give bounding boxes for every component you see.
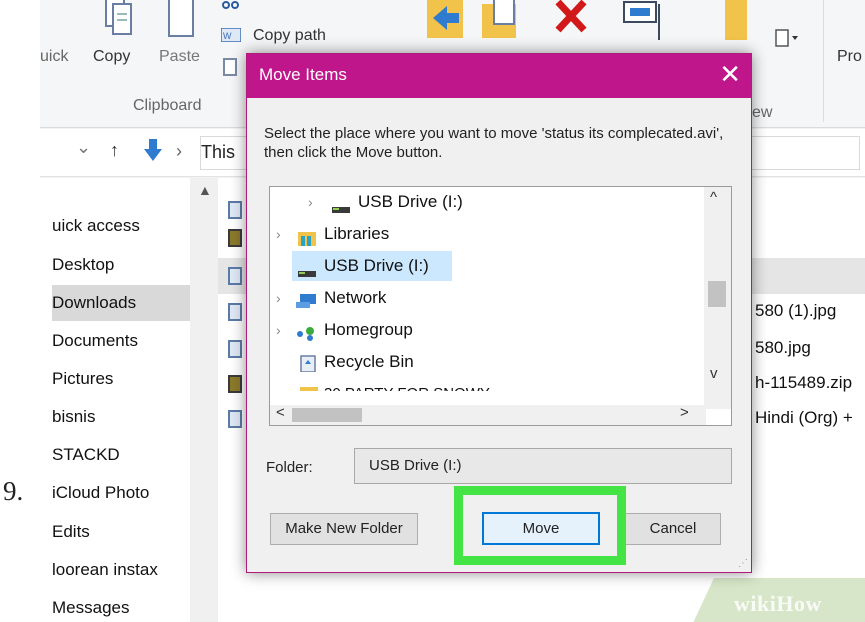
nav-item-label: Documents	[52, 331, 138, 350]
zip-file-icon	[228, 229, 242, 247]
tree-horizontal-scrollbar[interactable]: < >	[270, 404, 706, 425]
nav-item-label: uick access	[52, 216, 140, 235]
tree-item-folder-partial[interactable]: 30 PARTY FOR SNOWY	[270, 377, 706, 391]
nav-item-label: Desktop	[52, 255, 115, 274]
scroll-left-arrow[interactable]: <	[276, 404, 285, 421]
image-file-icon	[228, 303, 242, 321]
recent-locations-dropdown[interactable]: ⌄	[76, 137, 91, 158]
tree-item-libraries[interactable]: › Libraries	[270, 219, 706, 249]
tree-item-label: Homegroup	[324, 320, 413, 339]
video-file-icon	[228, 410, 242, 428]
network-icon	[296, 290, 316, 308]
chevron-right-icon[interactable]: ›	[276, 283, 281, 313]
rename-icon	[622, 0, 666, 44]
new-group-partial-label: ew	[752, 104, 773, 121]
watermark-wiki: wiki	[734, 591, 777, 616]
down-arrow-icon	[144, 139, 162, 161]
new-folder-icon	[725, 0, 747, 40]
file-name: 580 (1).jpg	[755, 301, 837, 320]
move-to-icon	[425, 0, 465, 42]
chevron-right-icon[interactable]: ›	[308, 187, 313, 217]
new-item-icon	[774, 28, 802, 48]
copy-icon	[104, 0, 134, 40]
cancel-button[interactable]: Cancel	[625, 513, 721, 545]
scroll-up-arrow[interactable]: ^	[710, 189, 717, 206]
file-icon	[228, 267, 242, 285]
nav-item-label: bisnis	[52, 407, 96, 426]
nav-item-label: Edits	[52, 522, 90, 541]
path-separator: ›	[176, 141, 182, 161]
dialog-instruction: Select the place where you want to move …	[264, 125, 724, 161]
close-icon[interactable]: ✕	[719, 59, 741, 89]
copy-button[interactable]: Copy	[93, 48, 130, 66]
tree-item-recycle-bin[interactable]: Recycle Bin	[270, 347, 706, 377]
nav-item-label: iCloud Photo	[52, 483, 150, 502]
nav-item-label: Messages	[52, 598, 130, 617]
homegroup-icon	[296, 322, 314, 341]
tree-item-usb-drive-selected[interactable]: USB Drive (I:)	[292, 251, 452, 281]
paste-button[interactable]: Paste	[159, 48, 200, 66]
tree-vertical-scrollbar[interactable]: ^ v	[704, 187, 731, 409]
step-number: 9.	[3, 476, 24, 506]
tree-item-label: USB Drive (I:)	[324, 256, 429, 275]
tree-item-label: Network	[324, 288, 387, 307]
paste-icon	[166, 0, 196, 44]
usb-drive-icon	[332, 194, 350, 213]
chevron-right-icon[interactable]: ›	[276, 219, 281, 249]
scroll-right-arrow[interactable]: >	[680, 404, 689, 421]
delete-icon	[552, 0, 592, 34]
scroll-thumb[interactable]	[292, 408, 362, 422]
tree-item-label: Libraries	[324, 224, 390, 243]
tree-item-label: USB Drive (I:)	[358, 192, 463, 211]
usb-drive-icon	[298, 258, 316, 277]
recycle-bin-icon	[300, 352, 318, 373]
file-icon	[228, 201, 242, 219]
quick-access-partial-label: uick	[40, 48, 69, 65]
tree-item-network[interactable]: › Network	[270, 283, 706, 313]
folder-icon	[300, 381, 318, 391]
wikihow-watermark: wikiHow	[734, 591, 822, 617]
address-path: This	[201, 142, 236, 162]
tree-item-label: Recycle Bin	[324, 352, 414, 371]
properties-button-partial[interactable]: Pro	[837, 48, 862, 66]
tree-item-label: 30 PARTY FOR SNOWY	[324, 379, 490, 391]
nav-scrollbar[interactable]: ▲	[190, 178, 218, 622]
libraries-icon	[298, 226, 316, 246]
make-new-folder-button[interactable]: Make New Folder	[270, 513, 418, 545]
paste-shortcut-icon	[223, 58, 237, 76]
ribbon-separator	[823, 0, 824, 122]
chevron-right-icon[interactable]: ›	[276, 315, 281, 345]
nav-item-label: STACKD	[52, 445, 120, 464]
dialog-title: Move Items	[259, 65, 347, 84]
move-items-dialog: Move Items ✕ Select the place where you …	[246, 53, 752, 573]
folder-tree[interactable]: › USB Drive (I:) › Libraries USB Drive (…	[269, 186, 732, 426]
tree-item-homegroup[interactable]: › Homegroup	[270, 315, 706, 345]
svg-text:W: W	[223, 31, 232, 41]
tree-item-usb-drive[interactable]: › USB Drive (I:)	[270, 187, 706, 217]
resize-grip-icon[interactable]: ⋰	[738, 558, 748, 569]
dialog-titlebar[interactable]: Move Items ✕	[247, 54, 751, 98]
watermark-how: How	[776, 591, 822, 616]
image-file-icon	[228, 340, 242, 358]
folder-label: Folder:	[266, 459, 313, 476]
clipboard-group-label: Clipboard	[133, 97, 202, 114]
move-button[interactable]: Move	[482, 512, 600, 545]
copy-to-icon	[480, 0, 522, 42]
file-name: h-115489.zip	[755, 373, 853, 392]
copy-path-button[interactable]: Copy path	[253, 27, 326, 45]
zip-file-icon	[228, 375, 242, 393]
file-name: 580.jpg	[755, 338, 811, 357]
copy-path-icon: W	[220, 27, 242, 43]
scroll-thumb[interactable]	[708, 281, 726, 307]
nav-item-label: loorean instax	[52, 560, 158, 579]
up-button[interactable]: ↑	[110, 140, 119, 161]
scroll-up-arrow[interactable]: ▲	[198, 182, 212, 198]
file-name: Hindi (Org) +	[755, 408, 853, 427]
navigation-pane: uick access Desktop✦ Downloads✦ Document…	[40, 178, 218, 622]
folder-field[interactable]: USB Drive (I:)	[354, 448, 732, 484]
nav-item-label: Downloads	[52, 293, 137, 312]
nav-item-label: Pictures	[52, 369, 114, 388]
scroll-down-arrow[interactable]: v	[710, 365, 718, 382]
cut-icon	[221, 0, 251, 12]
